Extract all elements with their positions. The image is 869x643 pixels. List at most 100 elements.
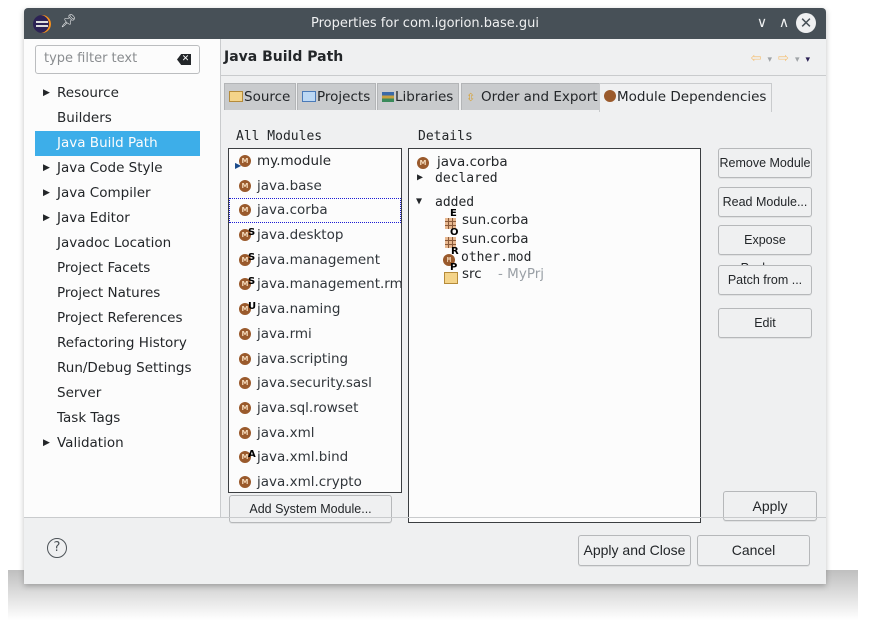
sidebar-item-validation[interactable]: ▶ Validation (35, 431, 200, 456)
list-item[interactable]: M Ujava.naming (229, 297, 401, 322)
sidebar-item-project-natures[interactable]: Project Natures (35, 281, 200, 306)
all-modules-label: All Modules (236, 129, 323, 144)
patch-from-button[interactable]: Patch from ... (718, 265, 812, 295)
sidebar-item-java-editor[interactable]: ▶ Java Editor (35, 206, 200, 231)
list-item[interactable]: Mjava.security.sasl (229, 371, 401, 396)
tree-item-open[interactable]: Osun.corba (445, 227, 529, 248)
details-tree[interactable]: Mjava.corba ▶ declared ▼ added Esun.corba … (408, 148, 701, 523)
list-item[interactable]: M Sjava.management.rmi (229, 272, 401, 297)
title-bar[interactable]: 📌︎ Properties for com.igorion.base.gui ∨… (24, 8, 826, 39)
list-item[interactable]: Mjava.scripting (229, 347, 401, 372)
details-module[interactable]: Mjava.corba (417, 154, 508, 170)
sidebar-item-javadoc-location[interactable]: Javadoc Location (35, 231, 200, 256)
apply-and-close-button[interactable]: Apply and Close (578, 535, 691, 566)
remove-module-button[interactable]: Remove Module (718, 148, 812, 178)
sidebar-item-java-compiler[interactable]: ▶ Java Compiler (35, 181, 200, 206)
tab-libraries[interactable]: Libraries (377, 83, 460, 110)
sidebar-item-label: Java Compiler (57, 185, 151, 201)
sidebar-item-label: Refactoring History (57, 335, 187, 351)
module-name: java.xml.crypto (257, 473, 362, 490)
sidebar-item-label: Java Build Path (57, 135, 158, 151)
tab-order-and-export[interactable]: ⇳ Order and Export (461, 83, 604, 110)
sidebar-item-java-build-path[interactable]: Java Build Path (35, 131, 200, 156)
tree-item-export[interactable]: Esun.corba (445, 208, 529, 229)
sidebar-item-label: Project Natures (57, 285, 161, 301)
expand-arrow-icon[interactable]: ▶ (43, 81, 50, 106)
filter-input[interactable] (42, 50, 171, 67)
view-menu-icon[interactable]: ▾ (805, 55, 810, 65)
list-item[interactable]: M Ajava.xml.bind (229, 445, 401, 470)
tab-label: Libraries (395, 89, 454, 105)
expand-arrow-icon[interactable]: ▶ (43, 181, 50, 206)
list-item[interactable]: Mjava.xml (229, 421, 401, 446)
tab-projects[interactable]: Projects (297, 83, 377, 110)
cancel-button[interactable]: Cancel (697, 535, 810, 566)
back-arrow-icon[interactable]: ⇦ (751, 51, 762, 66)
module-icon: M (239, 401, 251, 414)
list-item[interactable]: Mjava.sql.rowset (229, 396, 401, 421)
libraries-icon (382, 92, 394, 102)
page-title: Java Build Path (224, 49, 344, 65)
module-icon: M (239, 426, 251, 439)
clear-filter-icon[interactable]: ✕ (177, 54, 191, 65)
order-export-icon: ⇳ (466, 91, 476, 104)
close-button[interactable]: ✕ (796, 13, 816, 33)
list-item[interactable]: Mjava.rmi (229, 322, 401, 347)
minimize-button[interactable]: ∨ (752, 13, 772, 33)
module-icon: M (239, 377, 251, 390)
tree-node-declared[interactable]: ▶ declared (417, 171, 498, 186)
expand-arrow-icon[interactable]: ▶ (43, 431, 50, 456)
expose-package-button[interactable]: Expose Package (718, 225, 812, 275)
collapse-arrow-icon[interactable]: ▼ (416, 196, 422, 207)
sidebar-item-project-facets[interactable]: Project Facets (35, 256, 200, 281)
list-item[interactable]: ▶ Mmy.module (229, 149, 401, 174)
help-icon[interactable]: ? (47, 538, 67, 558)
tree-item-read[interactable]: M Rother.mod (443, 246, 532, 266)
edit-button[interactable]: Edit (718, 308, 812, 338)
tab-module-dependencies[interactable]: Module Dependencies (599, 83, 773, 112)
sidebar-item-label: Project References (57, 310, 183, 326)
expand-arrow-icon[interactable]: ▶ (417, 172, 423, 183)
sidebar-item-resource[interactable]: ▶ Resource (35, 81, 200, 106)
back-dropdown-icon[interactable]: ▾ (768, 55, 773, 65)
list-item[interactable]: Mjava.corba (229, 198, 401, 224)
sidebar-item-run-debug-settings[interactable]: Run/Debug Settings (35, 356, 200, 381)
module-icon: M (239, 179, 251, 192)
all-modules-list[interactable]: ▶ Mmy.module Mjava.base Mjava.corba M Sjav… (228, 148, 402, 493)
properties-dialog: 📌︎ Properties for com.igorion.base.gui ∨… (24, 8, 826, 584)
forward-dropdown-icon[interactable]: ▾ (795, 55, 800, 65)
main-panel: Java Build Path ⇦ ▾ ⇨ ▾ ▾ Source Projects Li… (221, 39, 826, 523)
tab-label: Order and Export (481, 89, 598, 105)
close-icon: ✕ (799, 14, 813, 32)
list-item[interactable]: M Sjava.desktop (229, 223, 401, 248)
tab-source[interactable]: Source (224, 83, 297, 110)
sidebar-item-java-code-style[interactable]: ▶ Java Code Style (35, 156, 200, 181)
maximize-button[interactable]: ∧ (774, 13, 794, 33)
module-badge: U (248, 301, 257, 313)
list-item[interactable]: M Sjava.management (229, 248, 401, 273)
expand-arrow-icon[interactable]: ▶ (43, 206, 50, 231)
sidebar-item-builders[interactable]: Builders (35, 106, 200, 131)
tab-label: Projects (317, 89, 371, 105)
sidebar-item-label: Builders (57, 110, 112, 126)
expand-arrow-icon[interactable]: ▶ (43, 156, 50, 181)
read-module-button[interactable]: Read Module... (718, 187, 812, 217)
patch-badge: P (450, 262, 458, 273)
tree-item-label: other.mod (461, 250, 532, 265)
sidebar-item-refactoring-history[interactable]: Refactoring History (35, 331, 200, 356)
tab-label: Source (244, 89, 291, 105)
forward-arrow-icon[interactable]: ⇨ (778, 51, 789, 66)
sidebar-item-project-references[interactable]: Project References (35, 306, 200, 331)
add-system-module-button[interactable]: Add System Module... (229, 495, 392, 523)
sidebar-item-task-tags[interactable]: Task Tags (35, 406, 200, 431)
sidebar-item-label: Project Facets (57, 260, 151, 276)
chevron-down-icon: ∨ (756, 15, 768, 31)
sidebar-item-server[interactable]: Server (35, 381, 200, 406)
chevron-up-icon: ∧ (778, 15, 790, 31)
sidebar-item-label: Java Editor (57, 210, 130, 226)
list-item[interactable]: Mjava.base (229, 174, 401, 199)
tree-item-patch[interactable]: Psrc - MyPrj (444, 262, 544, 284)
list-item[interactable]: Mjava.xml.crypto (229, 470, 401, 492)
tab-bar: Source Projects Libraries ⇳ Order and Exp… (224, 83, 824, 112)
filter-field[interactable]: ✕ (35, 45, 200, 74)
